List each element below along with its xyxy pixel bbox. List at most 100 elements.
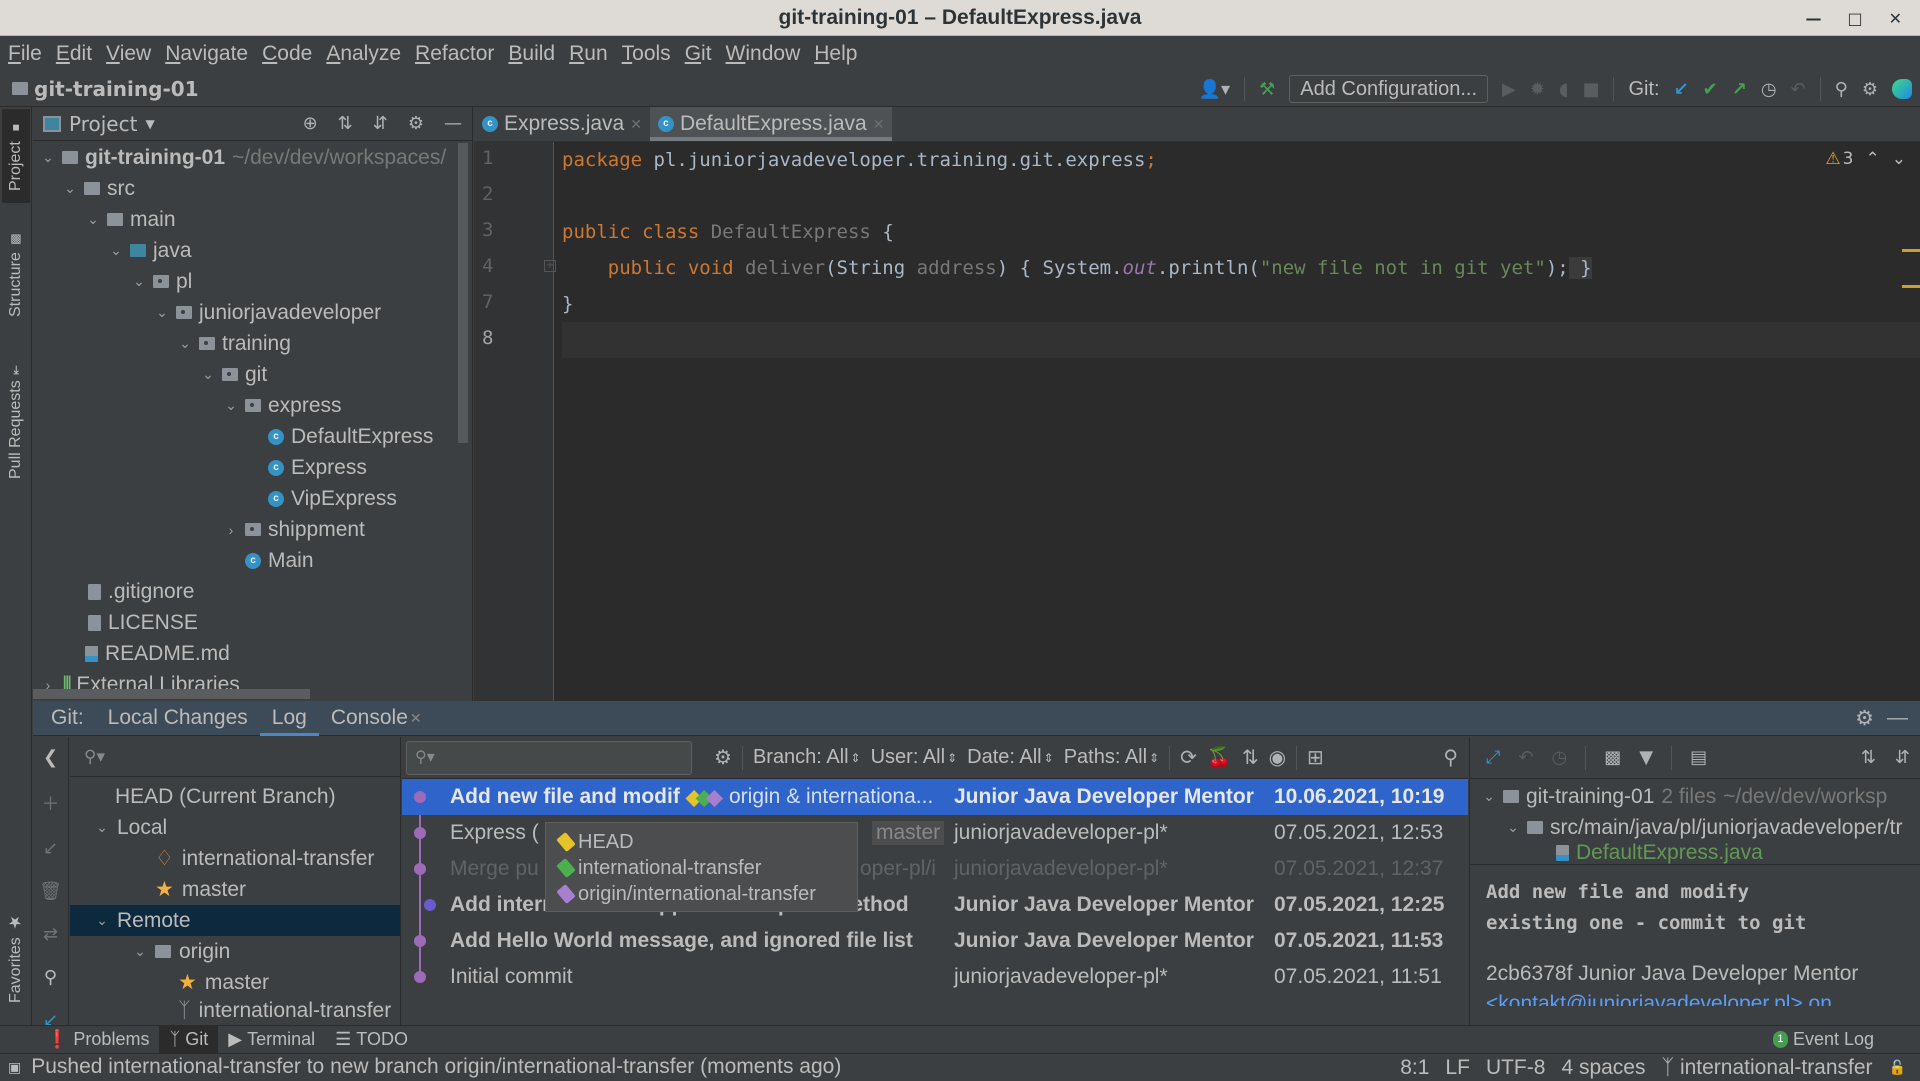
tree-node-license[interactable]: LICENSE [88,607,198,638]
tree-node-juniorjavadeveloper[interactable]: ⌄ juniorjavadeveloper [155,297,381,328]
locate-icon[interactable]: ⊕ [303,113,318,134]
menu-help[interactable]: Help [814,42,857,66]
status-toggle-icon[interactable]: ▣ [8,1059,21,1076]
menu-file[interactable]: File [8,42,42,66]
menu-navigate[interactable]: Navigate [165,42,248,66]
tree-node-java[interactable]: ⌄ java [109,235,191,266]
menu-git[interactable]: Git [685,42,712,66]
tool-tab-git[interactable]: ᛉ Git [159,1025,219,1054]
log-settings-icon[interactable]: ⚙ [714,745,732,770]
menu-code[interactable]: Code [262,42,312,66]
tab-defaultexpress-java[interactable]: c DefaultExpress.java ✕ [649,107,893,141]
chevron-down-icon[interactable]: ⌄ [155,304,169,321]
tab-console[interactable]: Console [319,706,420,730]
commit-refs[interactable]: origin & internationa... [729,785,933,809]
error-stripe-mark[interactable] [1902,285,1920,288]
breadcrumb-project[interactable]: git-training-01 [12,77,199,101]
expand-all-icon[interactable]: ⇅ [338,113,353,134]
collapse-all-icon[interactable]: ⇵ [373,113,388,134]
branch-search-input[interactable]: ⚲▾ [70,737,400,777]
tool-tab-todo[interactable]: ☰ TODO [325,1026,418,1054]
chevron-down-icon[interactable]: ⌄ [95,819,109,836]
chevron-down-icon[interactable]: ⌄ [109,242,123,259]
tool-tab-terminal[interactable]: ▶ Terminal [218,1026,325,1054]
status-branch-widget[interactable]: ᛉ international-transfer [1662,1056,1873,1080]
log-search-icon[interactable]: ⚲ [1443,745,1458,770]
branch-head[interactable]: HEAD (Current Branch) [95,781,336,812]
collapse-branches-icon[interactable]: ❮ [43,747,58,768]
tree-node-express[interactable]: ⌄ express [224,390,341,421]
commit-row[interactable]: Add Hello World message, and ignored fil… [402,923,1468,959]
chevron-down-icon[interactable]: ⌄ [86,211,100,228]
tree-node-src[interactable]: ⌄ src [63,173,135,204]
minimize-button[interactable]: — [1805,9,1821,28]
menu-analyze[interactable]: Analyze [326,42,401,66]
changes-root-node[interactable]: ⌄ git-training-01 2 files ~/dev/dev/work… [1482,781,1887,812]
run-icon[interactable]: ▶ [1502,79,1516,100]
chevron-down-icon[interactable]: ⌄ [1506,819,1520,836]
maximize-button[interactable]: □ [1847,9,1862,28]
group-by-icon[interactable]: ▩ [1604,747,1621,768]
date-filter[interactable]: Date: All [967,746,1041,769]
branch-remote-origin[interactable]: ⌄ origin [133,936,230,967]
git-commit-icon[interactable]: ✔ [1703,79,1718,100]
changed-file-node[interactable]: DefaultExpress.java [1556,837,1763,864]
event-log-button[interactable]: 1 Event Log [1763,1026,1884,1054]
chevron-down-icon[interactable]: ⌄ [132,273,146,290]
lock-icon[interactable]: 🔓 [1889,1059,1906,1076]
search-everywhere-icon[interactable]: ⚲ [1835,79,1848,100]
tree-node-readme[interactable]: README.md [85,638,230,669]
tree-node-training[interactable]: ⌄ training [178,328,291,359]
menu-refactor[interactable]: Refactor [415,42,494,66]
code-area[interactable]: package pl.juniorjavadeveloper.training.… [562,142,1920,701]
tree-node-defaultexpress[interactable]: c DefaultExpress [268,421,433,452]
tab-log[interactable]: Log [259,701,319,736]
log-search-input[interactable]: ⚲▾ [406,740,692,775]
refresh-icon[interactable]: ⟳ [1180,745,1197,770]
inspection-widget[interactable]: ⚠ 3 ⌃ ⌄ [1825,149,1906,169]
view-options-icon[interactable]: ◉ [1269,745,1286,770]
run-coverage-icon[interactable]: ◖ [1559,79,1568,100]
fold-icon[interactable]: + [544,260,556,272]
tree-node-main[interactable]: ⌄ main [86,204,175,235]
tree-node-main-class[interactable]: c Main [245,545,314,576]
filter-icon[interactable]: ▼ [1639,747,1653,768]
error-stripe-mark[interactable] [1902,249,1920,252]
update-branch-icon[interactable]: ↙ [43,838,58,859]
menu-build[interactable]: Build [508,42,555,66]
compare-branches-icon[interactable]: ⇄ [43,924,58,945]
new-tab-icon[interactable]: ⊞ [1307,745,1324,770]
user-icon[interactable]: 👤▾ [1199,79,1230,100]
menu-run[interactable]: Run [569,42,608,66]
branch-remote-international-transfer[interactable]: ᛉ international-transfer [178,998,391,1024]
indent-setting[interactable]: 4 spaces [1561,1056,1645,1080]
search-branches-icon[interactable]: ⚲ [44,967,57,988]
chevron-down-icon[interactable]: ⌄ [178,335,192,352]
file-encoding[interactable]: UTF-8 [1486,1056,1546,1080]
branch-local-master[interactable]: ★ master [155,874,246,905]
project-view-selector[interactable]: Project [69,112,137,136]
side-tab-project[interactable]: Project ■ [2,109,30,203]
user-filter[interactable]: User: All [871,746,945,769]
tree-node-git[interactable]: ⌄ git [201,359,267,390]
git-update-icon[interactable]: ↙ [1674,79,1689,100]
menu-edit[interactable]: Edit [56,42,92,66]
side-tab-pull-requests[interactable]: Pull Requests ⇤ [2,347,30,497]
chevron-down-icon[interactable]: ⌄ [95,912,109,929]
next-highlight-icon[interactable]: ⌄ [1892,149,1906,169]
status-message[interactable]: Pushed international-transfer to new bra… [31,1055,841,1079]
show-diff-icon[interactable]: ⤢ [1486,747,1500,768]
chevron-right-icon[interactable]: › [224,522,238,538]
menu-view[interactable]: View [106,42,151,66]
sort-icon[interactable]: ⇅ [1242,745,1259,770]
side-tab-favorites[interactable]: Favorites ★ [2,902,30,1014]
tab-express-java[interactable]: c Express.java ✕ [474,107,650,141]
gear-icon[interactable]: ⚙ [408,113,424,134]
code-with-me-icon[interactable] [1892,79,1912,99]
chevron-down-icon[interactable]: ⌄ [201,366,215,383]
tree-node-gitignore[interactable]: .gitignore [88,576,194,607]
tree-node-pl[interactable]: ⌄ pl [132,266,192,297]
author-email-link[interactable]: <kontakt@juniorjavadeveloper.pl> on [1486,992,1832,1006]
history-icon[interactable]: ◷ [1552,747,1568,768]
build-hammer-icon[interactable]: ⚒ [1259,79,1275,100]
